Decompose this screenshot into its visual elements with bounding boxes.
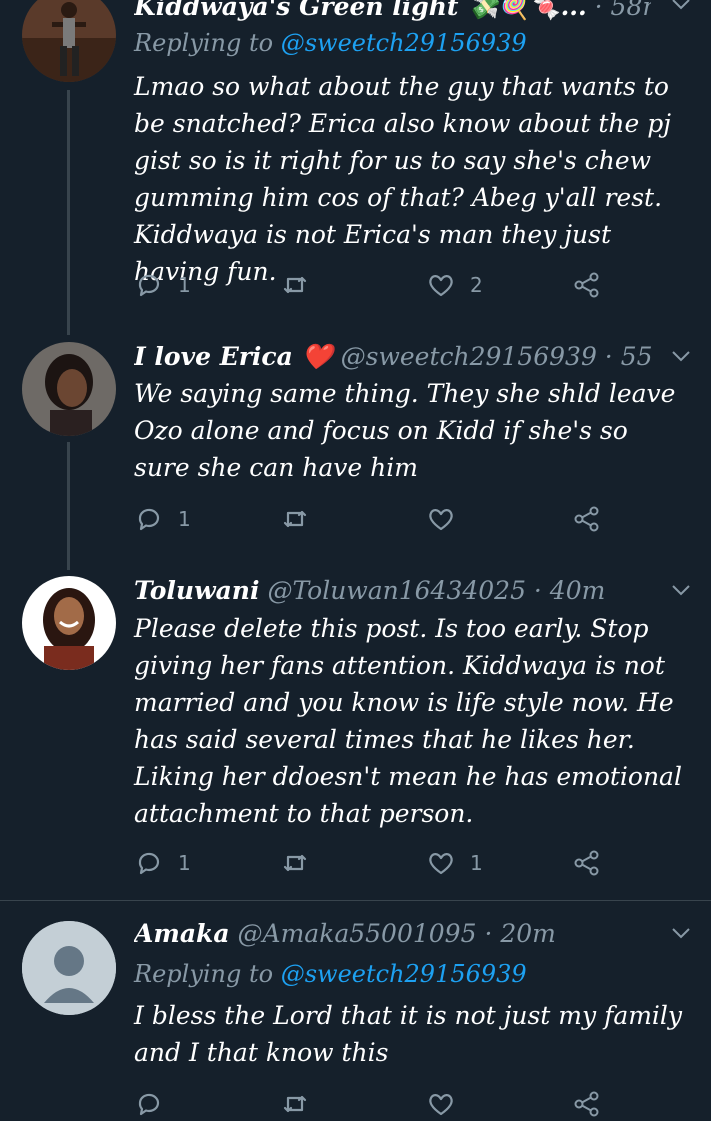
chevron-down-icon[interactable]: [669, 578, 693, 602]
avatar[interactable]: [22, 342, 116, 436]
reply-icon: [138, 274, 160, 297]
like-count: 1: [470, 851, 483, 875]
share-icon: [574, 272, 599, 298]
tweet-text: Lmao so what about the guy that wants to…: [134, 72, 671, 286]
reply-count: 1: [178, 273, 191, 297]
tweet-header: Toluwani @Toluwan16434025 · 40m: [134, 574, 651, 608]
share-button[interactable]: [572, 268, 602, 302]
reply-button[interactable]: 1: [134, 268, 191, 302]
handle-timestamp[interactable]: @Toluwan16434025 · 40m: [267, 576, 605, 605]
tweet-actions: 1 2: [134, 268, 614, 302]
chevron-down-icon[interactable]: [669, 344, 693, 368]
retweet-icon: [283, 510, 307, 528]
display-name[interactable]: Kiddwaya's Green light 💸🍭🍬...: [134, 0, 587, 21]
display-name[interactable]: I love Erica ❤️: [134, 342, 333, 371]
tweet-header: I love Erica ❤️ @sweetch29156939 · 55m: [134, 340, 651, 374]
avatar[interactable]: [22, 0, 116, 82]
tweet-text: We saying same thing. They she shld leav…: [134, 379, 676, 482]
timestamp[interactable]: · 58m: [595, 0, 651, 21]
replying-label: Replying to: [134, 960, 281, 988]
thread-line: [67, 442, 70, 570]
heart-icon: [429, 509, 453, 531]
tweet-actions: 1 1: [134, 846, 614, 880]
tweet[interactable]: Kiddwaya's Green light 💸🍭🍬... · 58m Repl…: [0, 0, 711, 335]
share-button[interactable]: [572, 846, 602, 880]
handle-timestamp[interactable]: @Amaka55001095 · 20m: [238, 919, 556, 948]
retweet-button[interactable]: [280, 268, 310, 302]
retweet-button[interactable]: [280, 502, 310, 536]
retweet-button[interactable]: [280, 1087, 310, 1121]
retweet-icon: [283, 276, 307, 294]
handle-timestamp[interactable]: @sweetch29156939 · 55m: [341, 342, 651, 371]
tweet[interactable]: Amaka @Amaka55001095 · 20m Replying to @…: [0, 901, 711, 1117]
share-icon: [574, 506, 599, 532]
chevron-down-icon[interactable]: [669, 921, 693, 945]
replying-label: Replying to: [134, 29, 281, 57]
tweet-actions: 1: [134, 502, 614, 536]
like-count: 2: [470, 273, 483, 297]
reply-button[interactable]: [134, 1087, 164, 1121]
retweet-icon: [283, 854, 307, 872]
tweet-text: I bless the Lord that it is not just my …: [134, 1001, 683, 1067]
reply-icon: [138, 508, 160, 531]
like-button[interactable]: 2: [426, 268, 483, 302]
like-button[interactable]: [426, 502, 456, 536]
tweet[interactable]: I love Erica ❤️ @sweetch29156939 · 55m W…: [0, 330, 711, 570]
share-button[interactable]: [572, 1087, 602, 1121]
display-name[interactable]: Toluwani: [134, 576, 259, 605]
chevron-down-icon[interactable]: [669, 0, 693, 16]
display-name[interactable]: Amaka: [134, 919, 230, 948]
replying-handle[interactable]: @sweetch29156939: [281, 960, 527, 988]
retweet-button[interactable]: [280, 846, 310, 880]
replying-to: Replying to @sweetch29156939: [134, 26, 527, 60]
share-button[interactable]: [572, 502, 602, 536]
heart-icon: [429, 275, 453, 297]
replying-to: Replying to @sweetch29156939: [134, 957, 527, 991]
tweet-header: Amaka @Amaka55001095 · 20m: [134, 917, 651, 951]
tweet-actions: [134, 1087, 614, 1121]
reply-icon: [138, 852, 160, 875]
reply-count: 1: [178, 507, 191, 531]
like-button[interactable]: 1: [426, 846, 483, 880]
tweet-header: Kiddwaya's Green light 💸🍭🍬... · 58m: [134, 0, 651, 24]
default-avatar[interactable]: [22, 921, 116, 1015]
avatar[interactable]: [22, 576, 116, 670]
heart-icon: [429, 853, 453, 875]
tweet[interactable]: Toluwani @Toluwan16434025 · 40m Please d…: [0, 570, 711, 900]
tweet-text: Please delete this post. Is too early. S…: [134, 614, 682, 828]
reply-count: 1: [178, 851, 191, 875]
share-icon: [574, 850, 599, 876]
thread-line: [67, 90, 70, 335]
replying-handle[interactable]: @sweetch29156939: [281, 29, 527, 57]
reply-button[interactable]: 1: [134, 846, 191, 880]
reply-button[interactable]: 1: [134, 502, 191, 536]
like-button[interactable]: [426, 1087, 456, 1121]
